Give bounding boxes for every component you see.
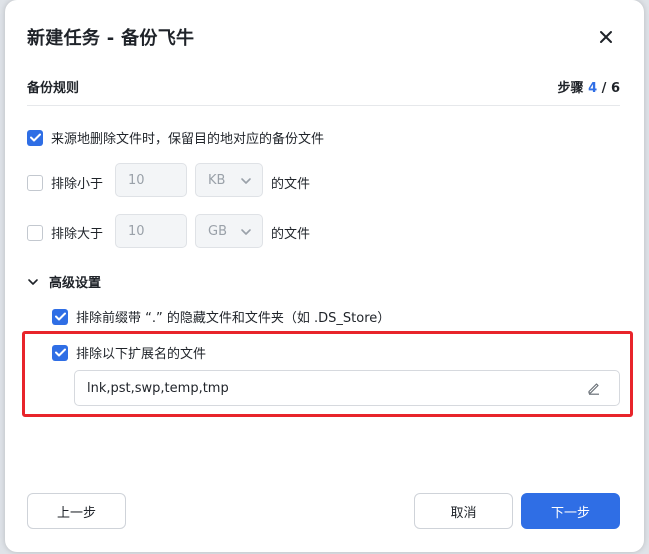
- exclude-ext-label: 排除以下扩展名的文件: [76, 347, 207, 362]
- exclude-smaller-unit-select[interactable]: KB: [195, 163, 263, 197]
- section-divider: [27, 105, 620, 106]
- chevron-down-icon: [241, 178, 251, 184]
- exclude-larger-unit-value: GB: [208, 223, 227, 239]
- exclude-ext-option: 排除以下扩展名的文件: [52, 343, 206, 362]
- check-icon: [29, 133, 41, 142]
- chevron-down-icon: [241, 229, 251, 235]
- exclude-smaller-size-input[interactable]: 10: [115, 163, 187, 197]
- exclude-larger-suffix: 的文件: [271, 227, 311, 242]
- section-title: 备份规则: [27, 81, 80, 96]
- check-icon: [54, 348, 66, 357]
- next-step-button[interactable]: 下一步: [521, 493, 620, 529]
- exclude-hidden-option: 排除前缀带 “.” 的隐藏文件和文件夹（如 .DS_Store）: [52, 307, 390, 326]
- exclude-ext-checkbox[interactable]: [52, 344, 68, 361]
- chevron-down-icon: [28, 278, 38, 285]
- new-task-dialog: 新建任务 - 备份飞牛 备份规则 步骤 4 / 6 来源地删除文件时，保留目的地…: [5, 0, 644, 552]
- extension-list-input[interactable]: lnk,pst,swp,temp,tmp: [74, 370, 620, 406]
- keep-deleted-option: 来源地删除文件时，保留目的地对应的备份文件: [27, 128, 324, 147]
- exclude-larger-checkbox[interactable]: [27, 224, 43, 241]
- exclude-hidden-label: 排除前缀带 “.” 的隐藏文件和文件夹（如 .DS_Store）: [76, 311, 391, 326]
- edit-icon[interactable]: [587, 381, 601, 395]
- exclude-larger-label: 排除大于: [51, 227, 104, 242]
- check-icon: [54, 312, 66, 321]
- exclude-larger-unit-select[interactable]: GB: [195, 214, 263, 248]
- exclude-larger-option: 排除大于: [27, 223, 103, 242]
- step-current: 4: [588, 81, 598, 96]
- extension-list-value: lnk,pst,swp,temp,tmp: [87, 380, 229, 396]
- exclude-smaller-label: 排除小于: [51, 177, 104, 192]
- close-icon: [600, 31, 612, 43]
- exclude-hidden-checkbox[interactable]: [52, 308, 68, 325]
- advanced-settings-toggle[interactable]: 高级设置: [27, 272, 101, 291]
- step-label: 步骤: [557, 81, 584, 96]
- dialog-title: 新建任务 - 备份飞牛: [27, 28, 195, 49]
- exclude-smaller-checkbox[interactable]: [27, 174, 43, 191]
- exclude-smaller-size-value: 10: [128, 172, 145, 188]
- exclude-smaller-suffix: 的文件: [271, 177, 311, 192]
- step-separator: /: [601, 81, 607, 96]
- exclude-larger-size-input[interactable]: 10: [115, 214, 187, 248]
- step-total: 6: [610, 81, 620, 96]
- keep-deleted-label: 来源地删除文件时，保留目的地对应的备份文件: [51, 132, 325, 147]
- advanced-settings-title: 高级设置: [49, 276, 102, 291]
- prev-step-button[interactable]: 上一步: [27, 493, 126, 529]
- close-button[interactable]: [593, 24, 619, 50]
- exclude-larger-size-value: 10: [128, 223, 145, 239]
- exclude-smaller-option: 排除小于: [27, 173, 103, 192]
- exclude-smaller-unit-value: KB: [208, 172, 226, 188]
- step-indicator: 步骤 4 / 6: [558, 77, 620, 96]
- cancel-button[interactable]: 取消: [414, 493, 513, 529]
- keep-deleted-checkbox[interactable]: [27, 129, 43, 146]
